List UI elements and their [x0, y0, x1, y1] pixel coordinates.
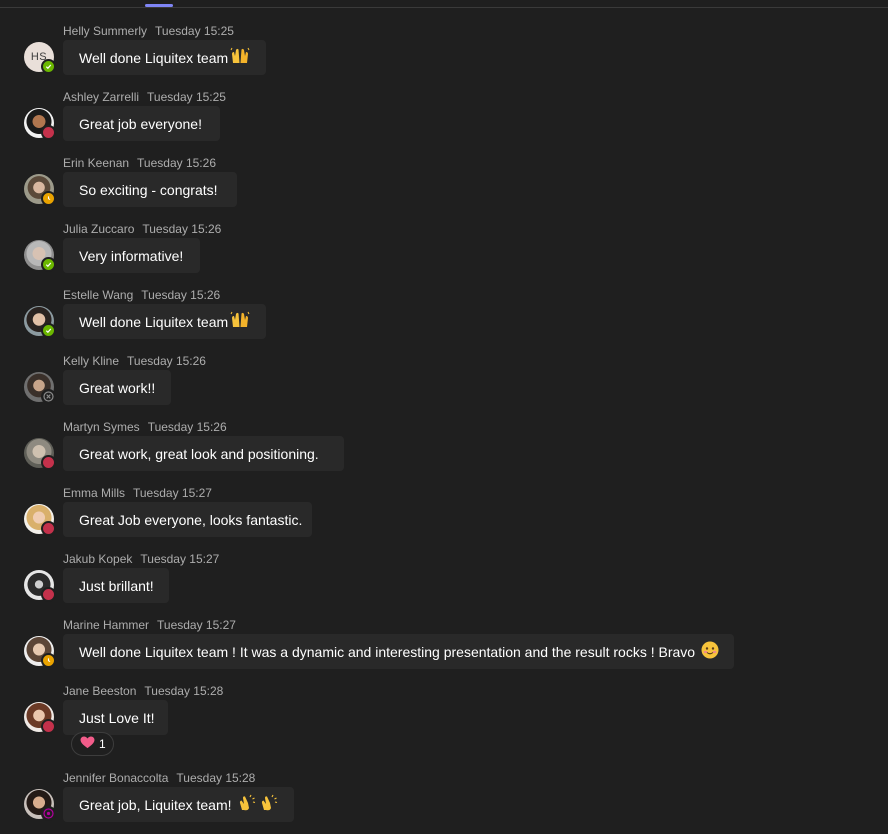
author-name: Marine Hammer [63, 618, 150, 632]
author-name: Jane Beeston [63, 684, 137, 698]
author-name: Estelle Wang [63, 288, 134, 302]
message-time: Tuesday 15:26 [141, 288, 221, 302]
message-bubble[interactable]: Well done Liquitex team ! It was a dynam… [63, 634, 734, 669]
message-bubble[interactable]: Well done Liquitex team [63, 40, 266, 75]
message-header: Helly Summerly Tuesday 15:25 [63, 24, 234, 38]
avatar[interactable] [24, 240, 56, 272]
message-bubble[interactable]: Great Job everyone, looks fantastic. [63, 502, 312, 537]
author-name: Martyn Symes [63, 420, 140, 434]
clapping-hands-emoji-icon [238, 794, 256, 815]
avatar[interactable] [24, 789, 56, 821]
presence-offline-icon [41, 389, 56, 404]
message-text: Great Job everyone, looks fantastic. [79, 511, 303, 528]
message-header: Emma Mills Tuesday 15:27 [63, 486, 212, 500]
presence-busy-icon [41, 455, 56, 470]
message-bubble[interactable]: Just Love It! [63, 700, 168, 735]
message-header: Jennifer Bonaccolta Tuesday 15:28 [63, 771, 255, 785]
message-bubble[interactable]: Great job, Liquitex team! [63, 787, 294, 822]
avatar[interactable]: HS [24, 42, 56, 74]
reaction-count: 1 [99, 737, 106, 751]
presence-available-icon [41, 323, 56, 338]
avatar[interactable] [24, 702, 56, 734]
author-name: Ashley Zarrelli [63, 90, 140, 104]
presence-available-icon [41, 257, 56, 272]
presence-busy-icon [41, 521, 56, 536]
message-time: Tuesday 15:28 [176, 771, 256, 785]
message-bubble[interactable]: Very informative! [63, 238, 200, 273]
message-time: Tuesday 15:26 [147, 420, 227, 434]
avatar[interactable] [24, 108, 56, 140]
message-header: Kelly Kline Tuesday 15:26 [63, 354, 206, 368]
message-header: Ashley Zarrelli Tuesday 15:25 [63, 90, 226, 104]
message-header: Estelle Wang Tuesday 15:26 [63, 288, 220, 302]
clapping-hands-emoji-icon [260, 794, 278, 815]
author-name: Kelly Kline [63, 354, 120, 368]
message-time: Tuesday 15:27 [157, 618, 236, 632]
message-bubble[interactable]: So exciting - congrats! [63, 172, 237, 207]
message-text: Just brillant! [79, 577, 154, 594]
message-text: Great work, great look and positioning. [79, 445, 319, 462]
message-bubble[interactable]: Just brillant! [63, 568, 169, 603]
message-text: Very informative! [79, 247, 184, 264]
presence-busy-icon [41, 587, 56, 602]
message-time: Tuesday 15:26 [137, 156, 216, 170]
message-bubble[interactable]: Great work, great look and positioning. [63, 436, 344, 471]
avatar[interactable] [24, 306, 56, 338]
avatar[interactable] [24, 372, 56, 404]
reaction-button[interactable]: 1 [71, 732, 114, 756]
author-name: Jennifer Bonaccolta [63, 771, 169, 785]
message-header: Julia Zuccaro Tuesday 15:26 [63, 222, 221, 236]
author-name: Jakub Kopek [63, 552, 133, 566]
message-header: Jakub Kopek Tuesday 15:27 [63, 552, 219, 566]
message-text: So exciting - congrats! [79, 181, 218, 198]
message-time: Tuesday 15:28 [144, 684, 224, 698]
author-name: Emma Mills [63, 486, 125, 500]
avatar[interactable] [24, 570, 56, 602]
presence-busy-icon [41, 719, 56, 734]
message-time: Tuesday 15:25 [147, 90, 226, 104]
message-text: Great job, Liquitex team! [79, 796, 232, 813]
author-name: Julia Zuccaro [63, 222, 135, 236]
message-text: Well done Liquitex team ! It was a dynam… [79, 643, 696, 660]
message-text: Great job everyone! [79, 115, 202, 132]
message-time: Tuesday 15:25 [155, 24, 234, 38]
presence-out-of-office-icon [41, 806, 56, 821]
message-bubble[interactable]: Great job everyone! [63, 106, 220, 141]
message-bubble[interactable]: Well done Liquitex team [63, 304, 266, 339]
presence-available-icon [41, 59, 56, 74]
raised-hands-emoji-icon [230, 47, 250, 68]
author-name: Erin Keenan [63, 156, 130, 170]
raised-hands-emoji-icon [230, 311, 250, 332]
message-time: Tuesday 15:26 [127, 354, 206, 368]
message-header: Erin Keenan Tuesday 15:26 [63, 156, 216, 170]
message-text: Great work!! [79, 379, 156, 396]
author-name: Helly Summerly [63, 24, 148, 38]
smiling-face-emoji-icon [701, 641, 719, 662]
heart-icon [80, 736, 95, 752]
active-tab-indicator [145, 4, 173, 7]
message-text: Well done Liquitex team [79, 313, 229, 330]
avatar[interactable] [24, 174, 56, 206]
avatar[interactable] [24, 438, 56, 470]
message-header: Martyn Symes Tuesday 15:26 [63, 420, 227, 434]
presence-busy-icon [41, 125, 56, 140]
avatar[interactable] [24, 636, 56, 668]
message-header: Marine Hammer Tuesday 15:27 [63, 618, 236, 632]
message-text: Well done Liquitex team [79, 49, 229, 66]
avatar[interactable] [24, 504, 56, 536]
presence-away-icon [41, 191, 56, 206]
message-text: Just Love It! [79, 709, 155, 726]
message-time: Tuesday 15:27 [133, 486, 212, 500]
presence-away-icon [41, 653, 56, 668]
message-header: Jane Beeston Tuesday 15:28 [63, 684, 223, 698]
message-time: Tuesday 15:26 [142, 222, 222, 236]
top-tab-bar [0, 0, 888, 8]
message-time: Tuesday 15:27 [140, 552, 220, 566]
message-bubble[interactable]: Great work!! [63, 370, 171, 405]
